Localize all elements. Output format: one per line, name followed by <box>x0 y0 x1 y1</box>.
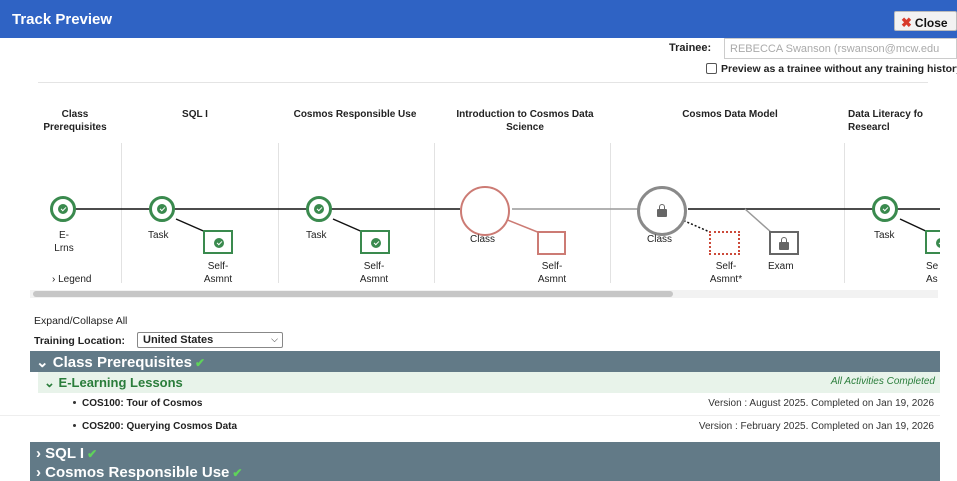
elearning-complete-node[interactable] <box>50 196 76 222</box>
check-icon: ✔ <box>87 447 98 461</box>
lock-icon <box>779 237 789 250</box>
check-icon: ✔ <box>232 466 243 480</box>
window-title: Track Preview <box>12 11 113 28</box>
training-location-select[interactable]: United States ⌵ <box>137 332 283 348</box>
node-label: Task <box>148 230 169 241</box>
node-label: Task <box>306 230 327 241</box>
expand-collapse-all-link[interactable]: Expand/Collapse All <box>34 315 127 327</box>
section-title: Class Prerequisites <box>52 354 192 371</box>
trainee-input[interactable]: REBECCA Swanson (rswanson@mcw.edu <box>724 38 957 59</box>
track-diagram: Class Prerequisites SQL I Cosmos Respons… <box>0 83 940 289</box>
check-icon: ✔ <box>195 356 206 370</box>
node-label: Self- Asmnt <box>537 261 567 285</box>
self-assessment-complete-node[interactable] <box>925 230 940 254</box>
node-label: Self- Asmnt* <box>709 261 743 285</box>
self-assessment-complete-node[interactable] <box>203 230 233 254</box>
task-complete-node[interactable] <box>872 196 898 222</box>
class-locked-node[interactable] <box>637 186 687 236</box>
node-label: Class <box>647 234 673 245</box>
titlebar: Track Preview ✖ Close <box>0 0 957 38</box>
section-header-sql-i[interactable]: › SQL I ✔ › Cosmos Responsible Use ✔ <box>30 442 940 481</box>
item-name: COS100: Tour of Cosmos <box>82 398 203 409</box>
subsection-header-elearning[interactable]: ⌄ E-Learning Lessons All Activities Comp… <box>38 372 940 393</box>
self-assessment-optional-node[interactable] <box>709 231 740 255</box>
close-button[interactable]: ✖ Close <box>894 11 957 31</box>
self-assessment-complete-node[interactable] <box>360 230 390 254</box>
close-label: Close <box>914 16 948 30</box>
chevron-right-icon: › <box>36 445 41 462</box>
list-item[interactable]: COS100: Tour of Cosmos Version : August … <box>0 396 940 416</box>
x-icon: ✖ <box>901 15 912 30</box>
item-name: COS200: Querying Cosmos Data <box>82 421 238 432</box>
node-label: Task <box>874 230 895 241</box>
list-item[interactable]: COS200: Querying Cosmos Data Version : F… <box>0 419 940 439</box>
item-version: Version : February 2025. Completed on Ja… <box>698 421 934 432</box>
task-complete-node[interactable] <box>306 196 332 222</box>
preview-checkbox[interactable] <box>706 63 717 74</box>
chevron-down-icon: ⌵ <box>271 334 278 344</box>
item-version: Version : August 2025. Completed on Jan … <box>708 398 934 409</box>
section-header-cosmos-responsible-use[interactable]: › Cosmos Responsible Use ✔ <box>36 464 242 481</box>
subsection-title: E-Learning Lessons <box>58 375 183 390</box>
legend-toggle[interactable]: › Legend <box>52 273 91 286</box>
section-header-class-prerequisites[interactable]: ⌄ Class Prerequisites ✔ <box>30 351 940 372</box>
training-location-value: United States <box>143 334 214 346</box>
node-label: Class <box>470 234 496 245</box>
trainee-label: Trainee: <box>669 42 712 54</box>
preview-label: Preview as a trainee without any trainin… <box>721 63 957 75</box>
node-label: E- Lrns <box>54 230 74 254</box>
chevron-right-icon: › <box>36 464 41 481</box>
chevron-down-icon: ⌄ <box>44 375 55 390</box>
section-title: Cosmos Responsible Use <box>45 464 230 481</box>
chevron-down-icon: ⌄ <box>36 354 49 371</box>
self-assessment-incomplete-node[interactable] <box>537 231 566 255</box>
node-label: Se As <box>926 261 939 285</box>
legend-label: Legend <box>58 274 92 285</box>
exam-locked-node[interactable] <box>769 231 799 255</box>
section-title: SQL I <box>45 445 85 462</box>
scrollbar-thumb[interactable] <box>33 291 673 297</box>
bullet-icon <box>73 401 76 404</box>
bullet-icon <box>73 424 76 427</box>
node-label: Self- Asmnt <box>359 261 389 285</box>
subsection-status: All Activities Completed <box>830 376 935 387</box>
node-label: Self- Asmnt <box>203 261 233 285</box>
track-connectors <box>64 208 940 234</box>
training-location-label: Training Location: <box>34 335 125 347</box>
class-incomplete-node[interactable] <box>460 186 510 236</box>
lock-icon <box>657 204 667 217</box>
task-complete-node[interactable] <box>149 196 175 222</box>
node-label: Exam <box>768 261 794 272</box>
